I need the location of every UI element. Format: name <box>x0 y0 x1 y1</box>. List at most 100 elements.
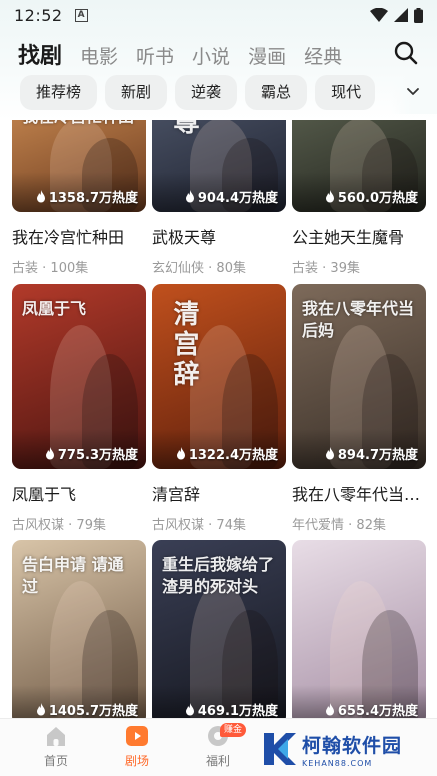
tab-audiobook[interactable]: 听书 <box>136 44 174 70</box>
heat-value: 469.1万热度 <box>197 704 278 719</box>
drama-poster: 我在冷宫忙种田 1358.7万热度 <box>12 120 146 212</box>
drama-episodes: 74集 <box>216 518 246 533</box>
drama-poster: 560.0万热度 <box>292 120 426 212</box>
heat-value: 1405.7万热度 <box>48 704 138 719</box>
drama-poster: 我在八零年代当后妈 894.7万热度 <box>292 284 426 469</box>
drama-card-love-confession[interactable]: 告白申请 请通过 1405.7万热度 <box>12 540 146 720</box>
filter-chips: 推荐榜 新剧 逆袭 霸总 现代 <box>20 75 376 111</box>
nav-theater-label: 剧场 <box>124 754 149 768</box>
flame-icon <box>176 447 185 460</box>
drama-poster: 清宫辞 1322.4万热度 <box>152 284 286 469</box>
heat-badge: 1358.7万热度 <box>36 187 138 206</box>
drama-card-phoenix-flight[interactable]: 凤凰于飞 775.3万热度 凤凰于飞 古风权谋 · 79集 <box>12 284 146 533</box>
drama-genre: 古装 <box>292 261 319 276</box>
tab-comic[interactable]: 漫画 <box>248 44 286 70</box>
meta-separator: · <box>204 518 217 533</box>
poster-title-art: 尊 <box>169 120 199 138</box>
tab-classic[interactable]: 经典 <box>304 44 342 70</box>
meta-separator: · <box>344 518 357 533</box>
heat-badge: 655.4万热度 <box>325 700 418 719</box>
chip-comeback[interactable]: 逆袭 <box>175 75 238 110</box>
chip-modern[interactable]: 现代 <box>315 75 376 110</box>
chevron-down-icon[interactable] <box>405 84 421 100</box>
poster-title-art: 重生后我嫁给了 渣男的死对头 <box>162 555 275 596</box>
signal-icon <box>394 8 408 22</box>
meta-separator: · <box>38 261 51 276</box>
category-tabs: 找剧 电影 听书 小说 漫画 经典 <box>18 36 342 72</box>
heat-value: 560.0万热度 <box>337 191 418 206</box>
notification-icon: A <box>74 8 88 22</box>
heat-value: 1322.4万热度 <box>188 448 278 463</box>
drama-meta: 古风权谋 · 79集 <box>12 514 146 533</box>
flame-icon <box>36 703 45 716</box>
drama-meta: 年代爱情 · 82集 <box>292 514 426 533</box>
drama-card-fairy-romance[interactable]: 655.4万热度 <box>292 540 426 720</box>
welfare-badge: 赚金 <box>220 723 247 737</box>
flame-icon <box>36 190 45 203</box>
drama-poster: 尊 904.4万热度 <box>152 120 286 212</box>
nav-welfare[interactable]: 赚金 福利 <box>188 723 248 769</box>
drama-episodes: 80集 <box>216 261 246 276</box>
drama-card-rebirth-marriage[interactable]: 重生后我嫁给了 渣男的死对头 469.1万热度 <box>152 540 286 720</box>
poster-title-art: 我在冷宫忙种田 <box>22 120 136 128</box>
theater-play-icon <box>126 726 148 746</box>
nav-home-label: 首页 <box>43 754 68 768</box>
nav-theater[interactable]: 剧场 <box>107 725 167 769</box>
drama-meta: 古风权谋 · 74集 <box>152 514 286 533</box>
wifi-icon <box>370 8 388 22</box>
tab-find-drama[interactable]: 找剧 <box>18 44 62 72</box>
battery-icon <box>414 7 423 23</box>
drama-episodes: 100集 <box>50 261 89 276</box>
drama-card-martial-supreme[interactable]: 尊 904.4万热度 武极天尊 玄幻仙侠 · 80集 <box>152 120 286 276</box>
drama-card-eighties-stepmom[interactable]: 我在八零年代当后妈 894.7万热度 我在八零年代当后妈 年代爱情 · 82集 <box>292 284 426 533</box>
heat-value: 904.4万热度 <box>197 191 278 206</box>
drama-title: 凤凰于飞 <box>12 485 77 504</box>
flame-icon <box>325 190 334 203</box>
meta-separator: · <box>204 261 217 276</box>
drama-title: 武极天尊 <box>152 228 217 247</box>
chip-recommend-rank[interactable]: 推荐榜 <box>20 75 98 110</box>
search-icon[interactable] <box>393 40 419 66</box>
heat-badge: 1405.7万热度 <box>36 700 138 719</box>
flame-icon <box>325 447 334 460</box>
status-bar: 12:52 A <box>0 0 437 30</box>
drama-title: 我在八零年代当后妈 <box>292 485 426 504</box>
drama-genre: 年代爱情 <box>292 518 345 533</box>
heat-badge: 775.3万热度 <box>45 444 138 463</box>
drama-meta: 古装 · 100集 <box>12 257 146 276</box>
watermark-sub-text: KEHAN88.COM <box>302 758 373 768</box>
tab-movie[interactable]: 电影 <box>80 44 118 70</box>
heat-value: 894.7万热度 <box>337 448 418 463</box>
drama-title: 公主她天生魔骨 <box>292 228 405 247</box>
drama-card-wife-in-cold-palace[interactable]: 我在冷宫忙种田1358.7万热度我在冷宫忙种田古装 · 100集 <box>12 120 146 276</box>
drama-poster: 凤凰于飞 775.3万热度 <box>12 284 146 469</box>
heat-value: 655.4万热度 <box>337 704 418 719</box>
drama-genre: 古风权谋 <box>12 518 65 533</box>
meta-separator: · <box>318 261 331 276</box>
poster-title-art: 清宫辞 <box>169 300 199 390</box>
drama-episodes: 82集 <box>356 518 386 533</box>
tab-novel[interactable]: 小说 <box>192 44 230 70</box>
flame-icon <box>185 190 194 203</box>
poster-title-art: 告白申请 请通过 <box>22 555 124 596</box>
chip-new-drama[interactable]: 新剧 <box>105 75 168 110</box>
chip-ceo[interactable]: 霸总 <box>245 75 308 110</box>
drama-title: 清宫辞 <box>152 485 201 504</box>
heat-value: 1358.7万热度 <box>48 191 138 206</box>
nav-home[interactable]: 首页 <box>26 725 86 769</box>
poster-title-art: 凤凰于飞 <box>22 299 87 318</box>
drama-card-demon-princess[interactable]: 560.0万热度 公主她天生魔骨 古装 · 39集 <box>292 120 426 276</box>
drama-poster: 重生后我嫁给了 渣男的死对头 469.1万热度 <box>152 540 286 720</box>
nav-welfare-label: 福利 <box>205 754 230 768</box>
drama-genre: 古风权谋 <box>152 518 205 533</box>
watermark-logo-icon <box>264 733 296 765</box>
drama-genre: 古装 <box>12 261 39 276</box>
drama-title: 我在冷宫忙种田 <box>12 228 125 247</box>
watermark-main-text: 柯翰软件园 <box>302 734 403 757</box>
drama-poster: 655.4万热度 <box>292 540 426 720</box>
heat-value: 775.3万热度 <box>57 448 138 463</box>
meta-separator: · <box>64 518 77 533</box>
drama-grid: 我在冷宫忙种田1358.7万热度我在冷宫忙种田古装 · 100集尊904.4万热… <box>0 120 437 720</box>
heat-badge: 904.4万热度 <box>185 187 278 206</box>
drama-card-qing-palace[interactable]: 清宫辞 1322.4万热度 清宫辞 古风权谋 · 74集 <box>152 284 286 533</box>
